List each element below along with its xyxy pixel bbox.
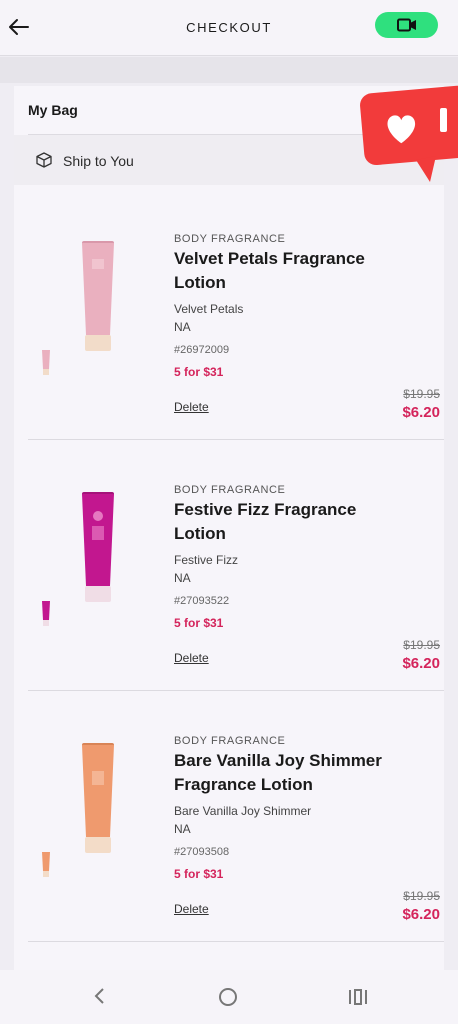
video-call-button[interactable] (375, 12, 438, 38)
delete-link[interactable]: Delete (174, 902, 209, 916)
product-variant: Bare Vanilla Joy Shimmer (174, 804, 312, 818)
nav-back-icon[interactable] (90, 986, 110, 1006)
product-size: NA (174, 571, 191, 585)
sale-price: $6.20 (402, 655, 440, 672)
product-variant: Festive Fizz (174, 553, 239, 567)
system-nav-bar (0, 970, 458, 1024)
bag-item: BODY FRAGRANCE Bare Vanilla Joy Shimmer … (28, 691, 444, 942)
promo-label: 5 for $31 (174, 616, 224, 630)
delete-link[interactable]: Delete (174, 400, 209, 414)
nav-recents-icon[interactable] (347, 988, 369, 1006)
product-image (82, 241, 114, 351)
original-price: $19.95 (403, 889, 440, 903)
item-divider (28, 941, 444, 942)
product-thumbnail[interactable] (40, 349, 52, 377)
promo-label: 5 for $31 (174, 365, 224, 379)
video-camera-icon (397, 18, 416, 32)
original-price: $19.95 (403, 638, 440, 652)
product-category: BODY FRAGRANCE (174, 233, 286, 245)
product-sku: #27093522 (174, 595, 230, 607)
product-category: BODY FRAGRANCE (174, 484, 286, 496)
bag-title: My Bag (28, 102, 78, 118)
nav-home-icon[interactable] (218, 987, 238, 1007)
product-image (82, 492, 114, 602)
delete-link[interactable]: Delete (174, 651, 209, 665)
promo-label: 5 for $31 (174, 867, 224, 881)
product-thumbnail[interactable] (40, 851, 52, 879)
product-name[interactable]: Festive Fizz Fragrance Lotion (174, 498, 394, 546)
product-size: NA (174, 822, 191, 836)
checkout-header: CHECKOUT (0, 0, 458, 56)
bag-card: My Bag Ship to You BODY FRAGRANCE Velvet… (14, 86, 444, 976)
bag-item: BODY FRAGRANCE Festive Fizz Fragrance Lo… (28, 440, 444, 691)
product-name[interactable]: Velvet Petals Fragrance Lotion (174, 247, 394, 295)
product-size: NA (174, 320, 191, 334)
product-image (82, 743, 114, 853)
original-price: $19.95 (403, 387, 440, 401)
section-gap (0, 57, 458, 83)
sale-price: $6.20 (402, 906, 440, 923)
product-name[interactable]: Bare Vanilla Joy Shimmer Fragrance Lotio… (174, 749, 394, 797)
box-icon (36, 152, 52, 168)
product-variant: Velvet Petals (174, 302, 244, 316)
bag-item: BODY FRAGRANCE Velvet Petals Fragrance L… (28, 189, 444, 440)
product-sku: #27093508 (174, 846, 230, 858)
sale-price: $6.20 (402, 404, 440, 421)
ship-to-you-label: Ship to You (63, 153, 134, 169)
product-category: BODY FRAGRANCE (174, 735, 286, 747)
product-sku: #26972009 (174, 344, 230, 356)
heart-like-sticker-icon (360, 85, 458, 182)
product-thumbnail[interactable] (40, 600, 52, 628)
